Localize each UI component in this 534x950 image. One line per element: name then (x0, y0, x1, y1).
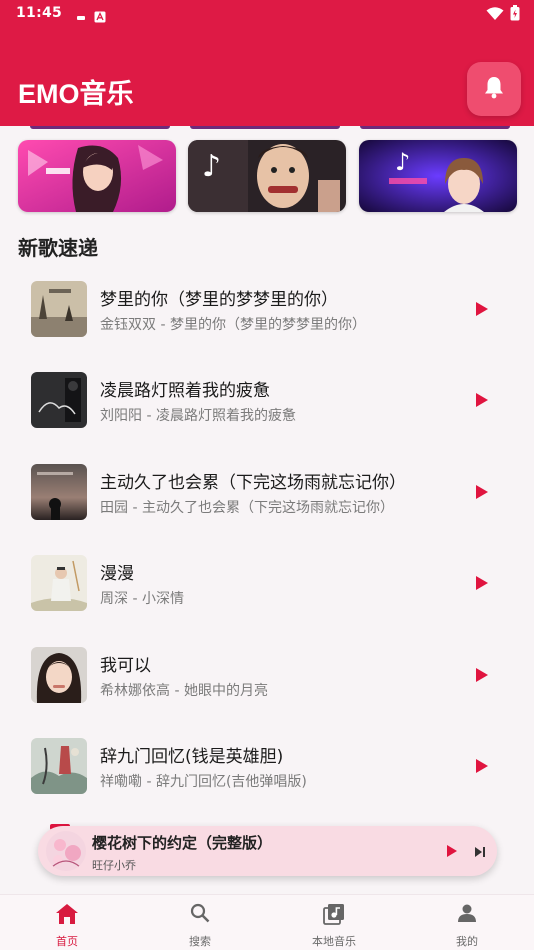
status-bar: 11:45 (0, 0, 534, 28)
play-button[interactable] (470, 573, 494, 597)
section-title: 新歌速递 (18, 236, 98, 260)
play-button[interactable] (470, 390, 494, 414)
now-playing-title: 樱花树下的约定（完整版） (92, 834, 273, 852)
app-title: EMO音乐 (18, 79, 134, 109)
song-row[interactable]: 凌晨路灯照着我的疲惫 刘阳阳 - 凌晨路灯照着我的疲惫 (18, 357, 516, 445)
battery-icon (510, 5, 520, 25)
svg-text:♪: ♪ (395, 148, 410, 176)
nav-label: 首页 (56, 935, 78, 948)
now-playing-cover (46, 831, 86, 871)
play-button[interactable] (470, 482, 494, 506)
skip-next-button[interactable] (474, 843, 486, 862)
play-icon (475, 392, 489, 412)
album-cover (31, 555, 87, 611)
wifi-icon (486, 6, 504, 25)
song-artist-album: 希林娜依高 - 她眼中的月亮 (100, 683, 268, 699)
bell-icon (483, 75, 505, 103)
song-artist-album: 田园 - 主动久了也会累（下完这场雨就忘记你） (100, 500, 394, 516)
nav-local-music[interactable]: 本地音乐 (267, 895, 401, 950)
song-row[interactable]: 梦里的你（梦里的梦梦里的你） 金钰双双 - 梦里的你（梦里的梦梦里的你） (18, 266, 516, 354)
play-icon (475, 484, 489, 504)
song-row[interactable]: 我可以 希林娜依高 - 她眼中的月亮 (18, 632, 516, 720)
song-title: 凌晨路灯照着我的疲惫 (100, 381, 270, 401)
banner-top-partial (360, 126, 510, 129)
nav-profile[interactable]: 我的 (400, 895, 534, 950)
banner-card[interactable] (18, 140, 176, 212)
play-button[interactable] (470, 665, 494, 689)
song-artist-album: 刘阳阳 - 凌晨路灯照着我的疲惫 (100, 408, 296, 424)
song-row[interactable]: 漫漫 周深 - 小深情 (18, 540, 516, 628)
now-playing-artist: 旺仔小乔 (92, 859, 136, 872)
song-title: 漫漫 (100, 564, 134, 584)
main-content[interactable]: ♪ ♪ 新歌速递 梦里的你（梦里的梦梦里的你） 金钰双双 - 梦里的你（梦里的梦… (0, 126, 534, 894)
app-header: EMO音乐 (0, 28, 534, 126)
notification-button[interactable] (467, 62, 521, 116)
album-cover (31, 372, 87, 428)
play-button[interactable] (470, 299, 494, 323)
status-time: 11:45 (16, 5, 63, 21)
album-cover (31, 464, 87, 520)
song-row[interactable]: 辞九门回忆(钱是英雄胆) 祥嘞嘞 - 辞九门回忆(吉他弹唱版) (18, 723, 516, 811)
song-artist-album: 金钰双双 - 梦里的你（梦里的梦梦里的你） (100, 317, 366, 333)
banner-card[interactable]: ♪ (359, 140, 517, 212)
song-artist-album: 祥嘞嘞 - 辞九门回忆(吉他弹唱版) (100, 774, 307, 790)
song-artist-album: 周深 - 小深情 (100, 591, 184, 607)
search-icon (190, 903, 210, 927)
album-cover (31, 647, 87, 703)
album-cover (31, 281, 87, 337)
music-library-icon (323, 903, 345, 929)
song-row[interactable]: 主动久了也会累（下完这场雨就忘记你） 田园 - 主动久了也会累（下完这场雨就忘记… (18, 449, 516, 537)
banner-top-partial (190, 126, 340, 129)
nav-home[interactable]: 首页 (0, 895, 134, 950)
banner-card[interactable]: ♪ (188, 140, 346, 212)
nav-search[interactable]: 搜索 (133, 895, 267, 950)
mini-play-button[interactable] (446, 843, 458, 862)
mini-player[interactable]: 樱花树下的约定（完整版） 旺仔小乔 (38, 826, 497, 876)
song-title: 我可以 (100, 656, 151, 676)
banner-top-partial (30, 126, 170, 129)
svg-text:♪: ♪ (202, 149, 221, 184)
nav-label: 搜索 (189, 935, 211, 948)
song-title: 主动久了也会累（下完这场雨就忘记你） (100, 473, 406, 493)
nav-label: 本地音乐 (312, 935, 356, 948)
play-icon (475, 301, 489, 321)
app-notification-icon (94, 8, 106, 27)
home-icon (55, 903, 79, 929)
bottom-navigation: 首页 搜索 本地音乐 我的 (0, 894, 534, 950)
play-icon (475, 758, 489, 778)
song-title: 辞九门回忆(钱是英雄胆) (100, 747, 284, 767)
nav-label: 我的 (456, 935, 478, 948)
play-icon (475, 575, 489, 595)
play-button[interactable] (470, 756, 494, 780)
status-right (486, 5, 520, 25)
notification-icon (76, 8, 86, 27)
play-icon (475, 667, 489, 687)
song-title: 梦里的你（梦里的梦梦里的你） (100, 290, 338, 310)
album-cover (31, 738, 87, 794)
person-icon (457, 903, 477, 927)
